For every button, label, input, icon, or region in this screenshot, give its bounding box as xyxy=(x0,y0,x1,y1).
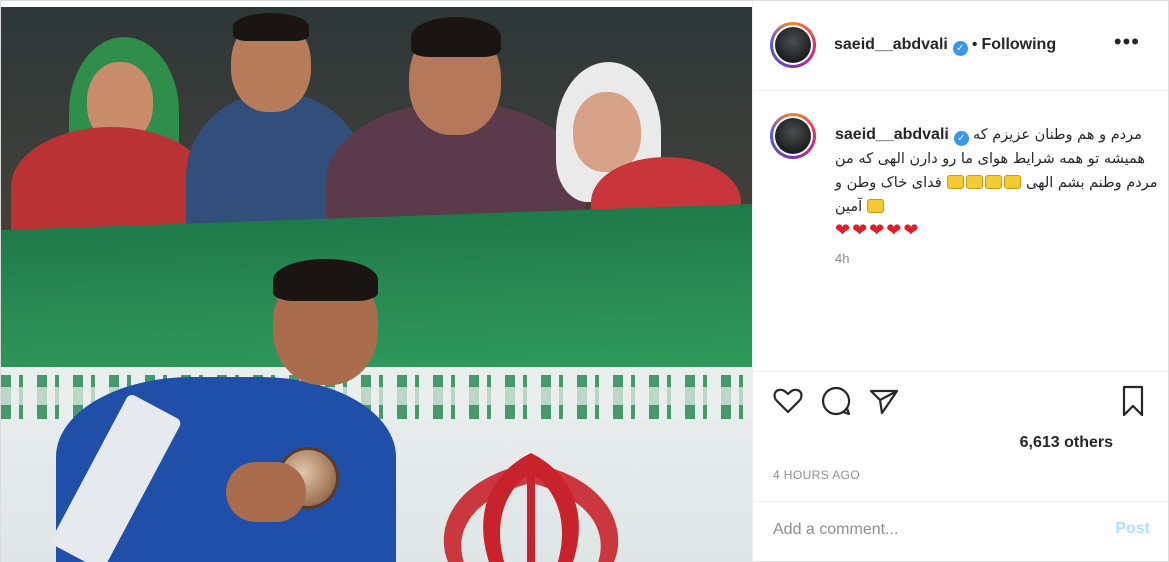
post-header: saeid__abdvali ✓ • Following ••• xyxy=(753,1,1168,91)
caption-verified-badge-icon: ✓ xyxy=(953,131,969,146)
post-comment-button[interactable]: Post xyxy=(1115,520,1150,538)
author-avatar[interactable] xyxy=(770,22,816,68)
author-avatar-image xyxy=(775,27,811,63)
emoji-icon xyxy=(867,199,885,213)
photo-flag-emblem xyxy=(443,453,619,562)
photo-wrestler-hair xyxy=(273,259,378,301)
emoji-icon xyxy=(1003,175,1021,189)
caption-body: saeid__abdvali ✓ مردم و هم وطنان عزیزم که… xyxy=(835,123,1160,242)
comment-box: Post xyxy=(753,501,1168,562)
emoji-icon xyxy=(965,175,983,189)
comment-input[interactable] xyxy=(773,518,1073,542)
post-actions: 6,613 others 4 HOURS AGO xyxy=(753,371,1168,491)
post-timestamp[interactable]: 4 HOURS AGO xyxy=(773,468,860,482)
caption-avatar-ring xyxy=(773,116,813,156)
likes-count[interactable]: 6,613 others xyxy=(1020,434,1113,452)
post-side-panel: saeid__abdvali ✓ • Following ••• saeid__abd… xyxy=(752,1,1168,561)
author-line: saeid__abdvali ✓ • Following xyxy=(834,36,1056,56)
caption-hearts: ❤❤❤❤❤ xyxy=(835,220,921,240)
author-avatar-ring xyxy=(773,25,813,65)
comment-icon[interactable] xyxy=(819,384,853,418)
share-paper-plane-icon[interactable] xyxy=(867,384,901,418)
emoji-icon xyxy=(984,175,1002,189)
author-username[interactable]: saeid__abdvali xyxy=(834,36,948,53)
emoji-icon xyxy=(946,175,964,189)
caption-emoji-row xyxy=(946,174,1026,191)
save-bookmark-icon[interactable] xyxy=(1116,384,1150,418)
photo-man-blue-hair xyxy=(233,13,309,41)
photo-man-center-hair xyxy=(411,17,501,57)
caption-relative-time[interactable]: 4h xyxy=(835,251,849,266)
like-heart-icon[interactable] xyxy=(771,384,805,418)
verified-badge-icon: ✓ xyxy=(952,41,968,56)
post-photo[interactable] xyxy=(1,7,752,562)
more-options-icon[interactable]: ••• xyxy=(1114,31,1140,53)
caption-avatar[interactable] xyxy=(770,113,816,159)
photo-fan-right-face xyxy=(573,92,641,172)
photo-wrestler-hand xyxy=(226,462,306,522)
following-button[interactable]: Following xyxy=(981,36,1056,53)
separator-dot: • xyxy=(971,36,978,53)
caption-username[interactable]: saeid__abdvali xyxy=(835,126,949,143)
caption-avatar-image xyxy=(775,118,811,154)
instagram-post: saeid__abdvali ✓ • Following ••• saeid__abd… xyxy=(0,0,1169,562)
